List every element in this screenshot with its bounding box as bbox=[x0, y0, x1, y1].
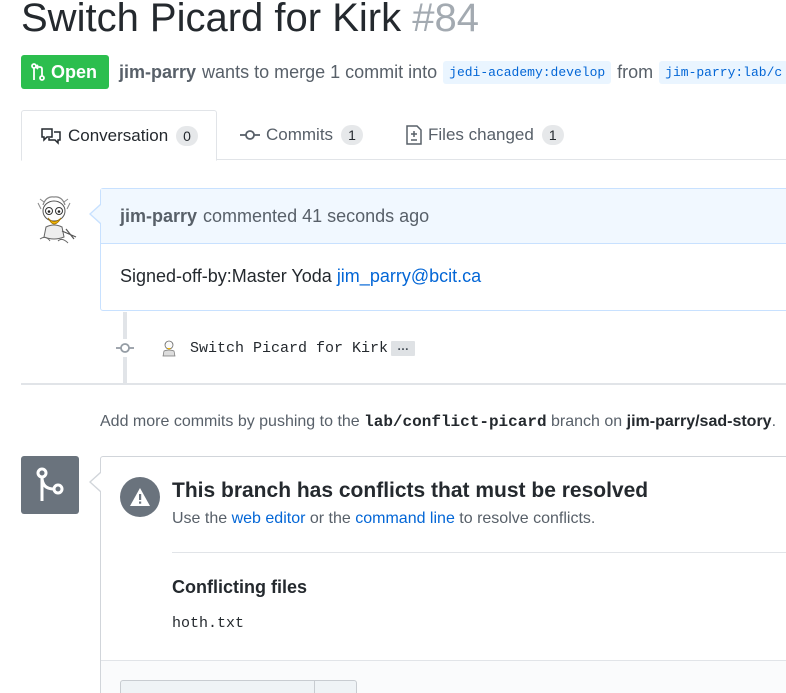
comment-text: Signed-off-by:Master Yoda bbox=[120, 266, 337, 286]
tab-commits-count: 1 bbox=[341, 125, 363, 145]
commit-row: Switch Picard for Kirk … bbox=[116, 338, 416, 358]
author-avatar[interactable] bbox=[26, 193, 82, 249]
from-text: from bbox=[617, 61, 654, 82]
commit-author-avatar[interactable] bbox=[160, 339, 178, 357]
conflict-title: This branch has conflicts that must be r… bbox=[172, 479, 649, 502]
push-hint-prefix: Add more commits by pushing to the bbox=[100, 413, 365, 430]
push-hint: Add more commits by pushing to the lab/c… bbox=[100, 413, 776, 431]
conflicting-file-item: hoth.txt bbox=[172, 615, 245, 632]
comment-header: jim-parry commented 41 seconds ago bbox=[101, 189, 786, 244]
commit-message-link[interactable]: Switch Picard for Kirk bbox=[190, 340, 388, 357]
push-hint-repo: jim-parry/sad-story bbox=[626, 413, 772, 430]
file-diff-icon bbox=[406, 125, 422, 145]
state-label: Open bbox=[51, 61, 98, 82]
merge-options-dropdown[interactable] bbox=[314, 680, 357, 693]
merge-button[interactable] bbox=[120, 680, 315, 693]
tab-conversation-label: Conversation bbox=[68, 125, 169, 145]
comment-timestamp[interactable]: commented 41 seconds ago bbox=[203, 206, 429, 227]
pr-tabs: Conversation 0 Commits 1 Files changed 1 bbox=[21, 110, 786, 161]
tab-files-changed[interactable]: Files changed 1 bbox=[406, 110, 564, 160]
merge-pointer-fill bbox=[91, 473, 101, 491]
conflict-divider bbox=[172, 552, 786, 553]
git-merge-icon bbox=[21, 456, 79, 514]
push-hint-suffix: . bbox=[771, 413, 777, 430]
web-editor-link[interactable]: web editor bbox=[232, 510, 306, 527]
commit-icon bbox=[240, 130, 260, 140]
alert-icon bbox=[120, 477, 160, 517]
pr-title: Switch Picard for Kirk #84 bbox=[21, 0, 479, 41]
conflict-sub-suffix: to resolve conflicts. bbox=[454, 510, 596, 527]
conflict-sub-middle: or the bbox=[305, 510, 356, 527]
pr-meta: Open jim-parry wants to merge 1 commit i… bbox=[21, 55, 786, 89]
comment-discussion-icon bbox=[41, 127, 61, 145]
pr-author-link[interactable]: jim-parry bbox=[119, 62, 196, 83]
pr-number: #84 bbox=[412, 0, 479, 40]
push-hint-branch: lab/conflict-picard bbox=[364, 413, 547, 431]
conflict-sub-prefix: Use the bbox=[172, 510, 232, 527]
conflict-subtitle: Use the web editor or the command line t… bbox=[172, 510, 595, 528]
commit-dot-icon bbox=[116, 339, 134, 357]
timeline-divider bbox=[21, 383, 786, 385]
push-hint-middle: branch on bbox=[546, 413, 627, 430]
tab-files-changed-count: 1 bbox=[541, 125, 564, 145]
comment-pointer-fill bbox=[91, 205, 101, 223]
tab-files-changed-label: Files changed bbox=[428, 125, 534, 144]
conflicting-files-heading: Conflicting files bbox=[172, 577, 307, 597]
comment-email-link[interactable]: jim_parry@bcit.ca bbox=[337, 266, 481, 286]
tab-conversation[interactable]: Conversation 0 bbox=[21, 110, 217, 161]
merge-text: wants to merge 1 commit into bbox=[202, 61, 438, 82]
tab-commits[interactable]: Commits 1 bbox=[240, 110, 363, 160]
state-badge: Open bbox=[21, 55, 110, 89]
pr-title-text: Switch Picard for Kirk bbox=[21, 0, 402, 40]
expand-commit-button[interactable]: … bbox=[391, 340, 416, 356]
comment-body: Signed-off-by:Master Yoda jim_parry@bcit… bbox=[101, 244, 786, 309]
merge-box: This branch has conflicts that must be r… bbox=[100, 456, 786, 693]
command-line-link[interactable]: command line bbox=[355, 510, 455, 527]
pull-request-icon bbox=[31, 63, 45, 81]
head-branch[interactable]: jim-parry:lab/c bbox=[659, 60, 786, 84]
comment-box: jim-parry commented 41 seconds ago Signe… bbox=[100, 188, 786, 311]
base-branch[interactable]: jedi-academy:develop bbox=[443, 60, 612, 84]
tab-conversation-count: 0 bbox=[176, 125, 198, 146]
tab-commits-label: Commits bbox=[266, 125, 334, 144]
comment-author-link[interactable]: jim-parry bbox=[120, 206, 197, 227]
